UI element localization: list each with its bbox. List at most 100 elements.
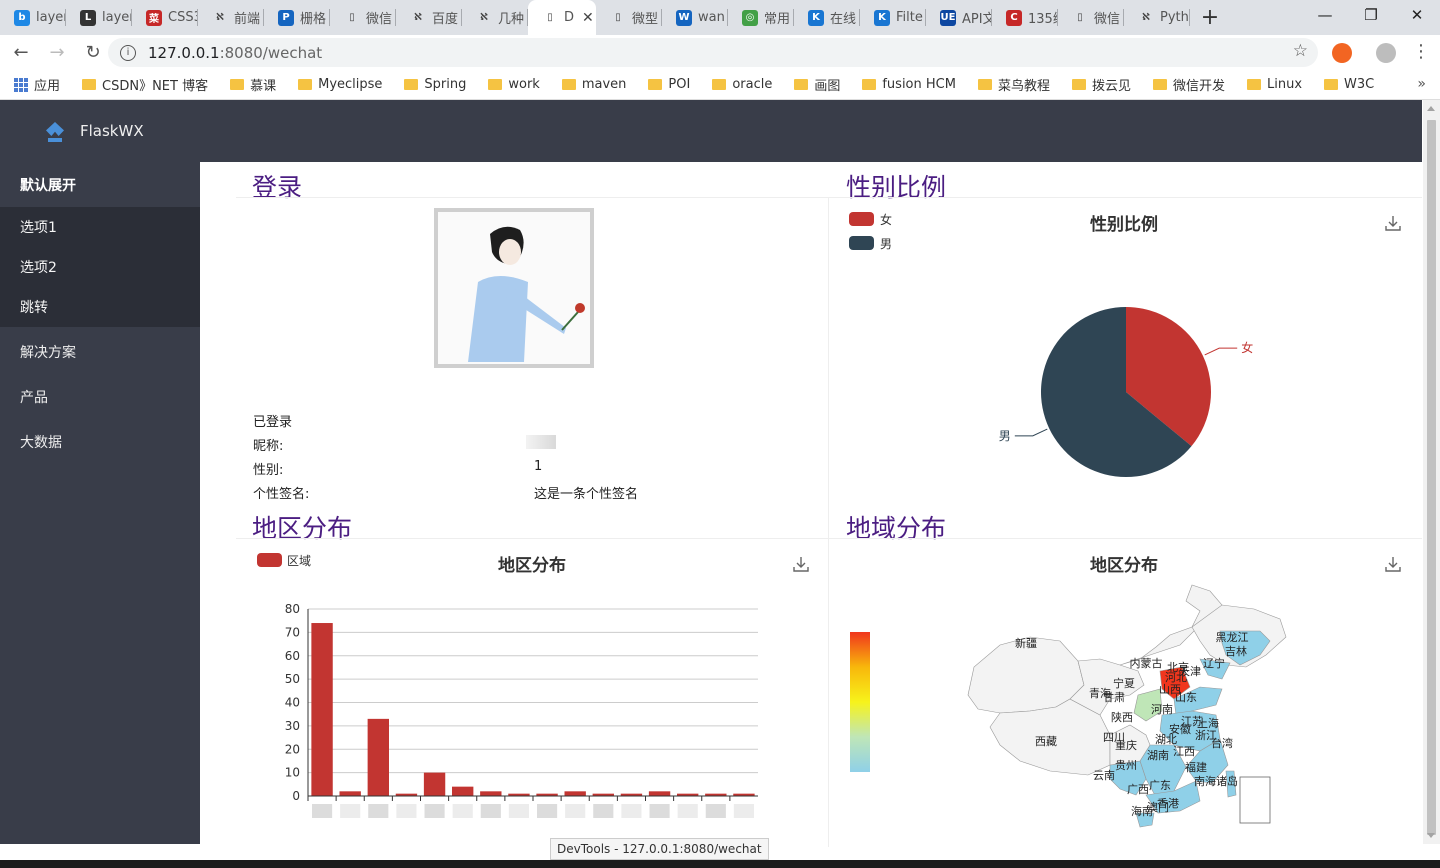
sidebar-item-option1[interactable]: 选项1 — [0, 207, 200, 247]
back-icon[interactable]: ← — [6, 38, 36, 68]
browser-tab[interactable]: P 栅格 — [264, 0, 330, 35]
bookmark-item[interactable]: 微信开发 — [1153, 75, 1225, 94]
bookmark-item[interactable]: work — [488, 77, 540, 92]
geo-panel-title: 地域分布 — [846, 514, 947, 543]
forward-icon[interactable]: → — [42, 38, 72, 68]
china-map[interactable]: 新疆西藏青海甘肃内蒙古宁夏陕西四川重庆云南贵州广西 广东海南湖南湖北河南山西河北北… — [960, 575, 1300, 830]
tab-label: 135编 — [1028, 12, 1058, 27]
browser-tab[interactable]: UE API文 — [926, 0, 992, 35]
bookmark-item[interactable]: Myeclipse — [298, 77, 382, 92]
legend-swatch-male[interactable] — [849, 236, 874, 250]
tab-favicon-icon: ℵ — [1138, 9, 1154, 26]
bookmark-item[interactable]: fusion HCM — [862, 77, 956, 92]
legend-label-female[interactable]: 女 — [880, 211, 892, 228]
profile-avatar-icon[interactable] — [1376, 43, 1396, 63]
folder-icon — [82, 79, 97, 90]
url-bar[interactable]: i 127.0.0.1:8080/wechat ☆ — [108, 38, 1318, 67]
bar[interactable] — [648, 791, 671, 796]
bookmark-item[interactable]: 应用 — [14, 75, 60, 94]
tab-label: 几种 — [498, 12, 525, 27]
reload-icon[interactable]: ↻ — [78, 38, 108, 68]
legend-label-region[interactable]: 区域 — [287, 552, 311, 569]
map-region-label: 云南 — [1093, 769, 1115, 782]
tab-favicon-icon: ℵ — [410, 9, 426, 26]
pie-label-line — [1014, 428, 1048, 437]
more-bookmarks-icon[interactable]: » — [1417, 76, 1426, 92]
browser-tab[interactable]: 菜 CSS3 — [132, 0, 198, 35]
extension-icon[interactable] — [1332, 43, 1352, 63]
region-bar-chart: 0 10 20 30 40 50 60 70 80 — [285, 602, 758, 818]
browser-tab[interactable]: ℵ 几种 — [462, 0, 528, 35]
sidebar-item-solutions[interactable]: 解决方案 — [0, 329, 200, 374]
tab-close-icon[interactable]: ✕ — [582, 10, 594, 26]
legend-swatch-region[interactable] — [257, 553, 282, 567]
layui-logo-icon — [44, 118, 66, 144]
download-icon[interactable] — [1384, 214, 1402, 232]
apps-grid-icon — [14, 77, 28, 92]
y-tick-label: 0 — [292, 789, 300, 803]
bookmark-item[interactable]: 拨云见 — [1071, 75, 1131, 94]
map-chart-title: 地区分布 — [1090, 556, 1158, 576]
x-tick-label-blurred — [340, 804, 361, 818]
map-region-label: 天津 — [1179, 665, 1201, 678]
legend-label-male[interactable]: 男 — [880, 235, 892, 252]
legend-swatch-female[interactable] — [849, 212, 874, 226]
browser-tab[interactable]: ▯ 微型 — [596, 0, 662, 35]
page-scrollbar[interactable] — [1423, 100, 1440, 844]
bar[interactable] — [339, 791, 361, 796]
sidebar-group-default[interactable]: 默认展开 — [0, 162, 200, 207]
x-tick-label-blurred — [705, 804, 726, 818]
bookmark-item[interactable]: 画图 — [794, 75, 840, 94]
bar[interactable] — [367, 718, 389, 796]
browser-tab[interactable]: ℵ 前端 — [198, 0, 264, 35]
bookmark-star-icon[interactable]: ☆ — [1293, 41, 1308, 61]
bar[interactable] — [423, 772, 446, 796]
browser-tab[interactable]: ℵ Pyth — [1124, 0, 1190, 35]
browser-menu-icon[interactable]: ⋮ — [1412, 41, 1430, 62]
browser-tab[interactable]: C 135编 — [992, 0, 1058, 35]
bookmark-item[interactable]: W3C — [1324, 77, 1374, 92]
browser-tab[interactable]: Wwan — [662, 0, 728, 35]
bookmark-item[interactable]: Linux — [1247, 77, 1302, 92]
x-tick-label-blurred — [677, 804, 698, 818]
y-tick-label: 30 — [285, 719, 300, 733]
browser-tab[interactable]: ▯ 微信 — [330, 0, 396, 35]
site-info-icon[interactable]: i — [120, 44, 136, 61]
minimize-icon[interactable]: — — [1302, 0, 1348, 30]
bookmark-label: POI — [668, 77, 691, 92]
browser-tab[interactable]: K 在线 — [794, 0, 860, 35]
close-window-icon[interactable]: ✕ — [1394, 0, 1440, 30]
bookmark-item[interactable]: 菜鸟教程 — [977, 75, 1050, 94]
browser-tab[interactable]: ◎ 常用 — [728, 0, 794, 35]
visual-map-legend[interactable] — [850, 632, 870, 772]
sidebar-item-bigdata[interactable]: 大数据 — [0, 419, 200, 464]
browser-tab[interactable]: ℵ 百度 — [396, 0, 462, 35]
browser-tab[interactable]: ▯ 微信 — [1058, 0, 1124, 35]
bookmark-item[interactable]: 慕课 — [230, 75, 276, 94]
sidebar-item-products[interactable]: 产品 — [0, 374, 200, 419]
bar[interactable] — [564, 791, 586, 796]
download-icon[interactable] — [1384, 555, 1402, 573]
browser-tab[interactable]: ▯ D ✕ — [528, 0, 596, 35]
divider — [236, 538, 1422, 539]
sidebar-item-option2[interactable]: 选项2 — [0, 247, 200, 287]
bookmark-item[interactable]: POI — [648, 77, 690, 92]
browser-tab[interactable]: b layer — [0, 0, 66, 35]
bookmark-item[interactable]: maven — [561, 77, 626, 92]
browser-tab[interactable]: K Filte — [860, 0, 926, 35]
download-icon[interactable] — [792, 555, 810, 573]
new-tab-button[interactable]: + — [1190, 0, 1230, 35]
bookmark-item[interactable]: CSDN》NET 博客 — [82, 75, 208, 94]
url-text[interactable]: 127.0.0.1:8080/wechat — [148, 44, 322, 62]
bookmark-item[interactable]: Spring — [404, 77, 466, 92]
map-region-label: 甘肃 — [1103, 691, 1125, 704]
restore-icon[interactable]: ❐ — [1348, 0, 1394, 30]
bookmark-item[interactable]: oracle — [712, 77, 772, 92]
map-region-label: 广东 — [1149, 779, 1171, 792]
sidebar-item-jump[interactable]: 跳转 — [0, 287, 200, 327]
bookmark-label: 菜鸟教程 — [997, 79, 1050, 94]
bar[interactable] — [452, 786, 474, 796]
bar[interactable] — [480, 791, 502, 796]
browser-tab[interactable]: Llayer — [66, 0, 132, 35]
bar[interactable] — [311, 623, 333, 796]
